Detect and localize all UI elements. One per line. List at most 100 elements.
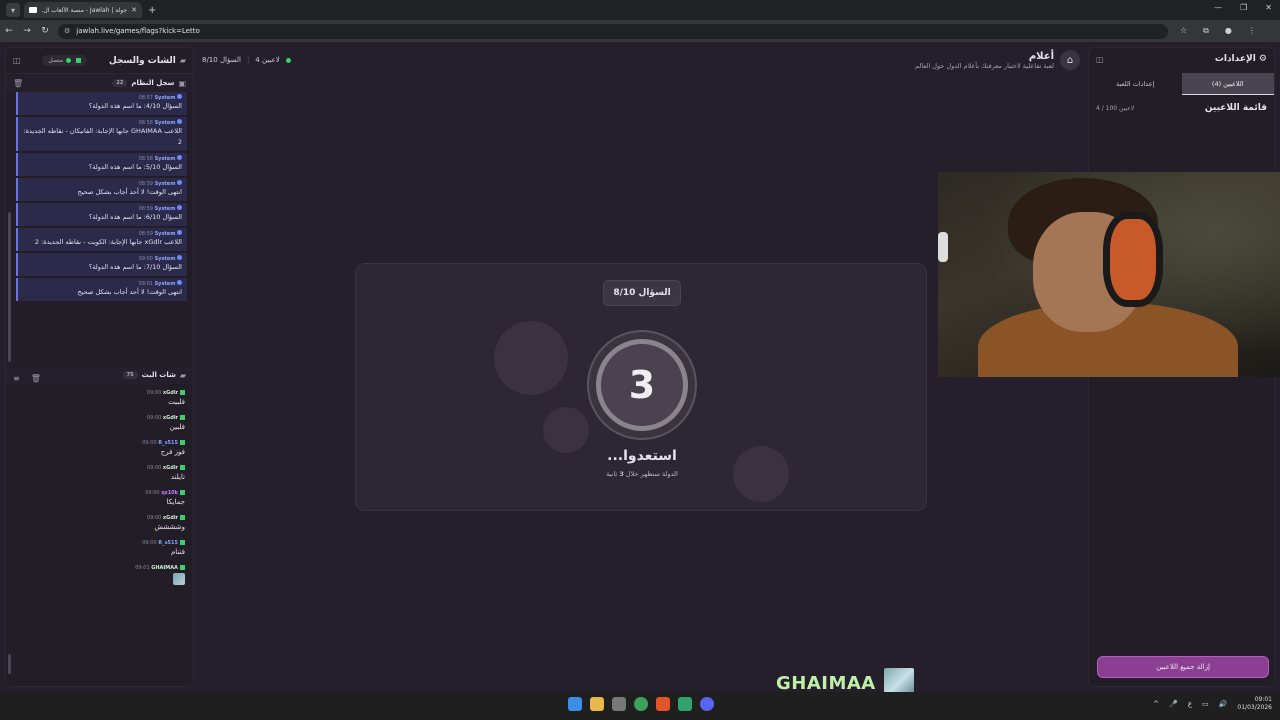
discord-icon[interactable] — [700, 697, 714, 711]
chat-meta: 09:00 xGdlr — [14, 515, 185, 521]
gear-icon: ⚙ — [1258, 54, 1267, 64]
system-dot-icon — [177, 119, 182, 124]
new-tab-icon[interactable]: + — [148, 5, 156, 16]
tab-players[interactable]: اللاعبين (4) — [1181, 73, 1274, 95]
ready-sub-seconds: 3 — [619, 470, 624, 478]
profile-icon[interactable]: ● — [1225, 26, 1232, 36]
page: ◫ متصل الشات والسجل ▰ 🗑 22 سجل النظام ▣ … — [0, 42, 1280, 698]
collapse-panel-icon[interactable]: ◫ — [13, 56, 21, 65]
collapse-right-panel-icon[interactable]: ◫ — [1096, 55, 1104, 64]
chat-message: 09:00 R_s515 فتنام — [14, 540, 185, 556]
maximize-icon[interactable]: ❐ — [1240, 3, 1247, 12]
chat-username[interactable]: GHAIMAA — [151, 565, 178, 571]
chat-meta: 09:00 xGdlr — [14, 415, 185, 421]
chat-time: 09:01 — [135, 565, 150, 571]
settings-tabs: إعدادات اللعبة اللاعبين (4) — [1089, 73, 1274, 95]
browser-tab[interactable]: جولة | Jawlah - منصة الألعاب ال... ✕ — [24, 2, 142, 18]
system-dot-icon — [177, 255, 182, 260]
chat-text: فتنام — [170, 548, 185, 556]
chat-username[interactable]: xGdlr — [163, 515, 178, 521]
brave-icon[interactable] — [656, 697, 670, 711]
chat-username[interactable]: R_s515 — [158, 540, 178, 546]
volume-icon[interactable]: 🔊 — [1219, 700, 1228, 708]
chat-tools: ≡ 🗑 — [13, 366, 41, 385]
kick-badge-icon — [180, 515, 185, 520]
tab-game-settings[interactable]: إعدادات اللعبة — [1089, 73, 1182, 95]
system-log-item: 09:00 System السؤال 7/10: ما اسم هذه الد… — [16, 253, 187, 276]
chat-username[interactable]: xGdlr — [163, 390, 178, 396]
system-log-text: اللاعب GHAIMAA جابها الإجابة: الفاتيكان … — [23, 127, 182, 146]
site-info-icon[interactable]: ⚙ — [64, 27, 70, 35]
settings-title-text: الإعدادات — [1214, 54, 1256, 64]
chat-text: فلبيت — [168, 398, 185, 406]
system-log-meta: 08:59 System — [23, 230, 182, 237]
taskbar: ^ 🎤 ع ▭ 🔊 09:01 01/03/2026 — [0, 692, 1280, 720]
kick-badge-icon — [180, 415, 185, 420]
close-window-icon[interactable]: ✕ — [1265, 3, 1272, 12]
chat-text: تايلند — [170, 473, 185, 481]
back-icon[interactable]: ← — [0, 26, 18, 36]
chat-username[interactable]: R_s515 — [158, 440, 178, 446]
decor-bubble — [543, 407, 589, 453]
trash-icon[interactable]: 🗑 — [13, 79, 23, 88]
filter-icon[interactable]: ≡ — [13, 374, 20, 383]
menu-icon[interactable]: ⋮ — [1248, 26, 1256, 36]
header-question: السؤال 8/10 — [202, 56, 241, 64]
system-log-meta: 09:00 System — [23, 255, 182, 262]
minimize-icon[interactable]: — — [1214, 3, 1222, 12]
system-dot-icon — [177, 155, 182, 160]
system-log-item: 08:59 System اللاعب xGdlr جابها الإجابة:… — [16, 228, 187, 251]
chat-message: 09:00 qz10k جمايكا — [14, 490, 185, 506]
tray-chevron-icon[interactable]: ^ — [1153, 700, 1159, 708]
tab-search-icon[interactable]: ▾ — [6, 3, 20, 17]
language-indicator[interactable]: ع — [1188, 700, 1192, 708]
live-chat-count: 75 — [122, 371, 138, 379]
question-badge: السؤال 8/10 — [603, 280, 681, 306]
chrome-icon[interactable] — [634, 697, 648, 711]
tab-close-icon[interactable]: ✕ — [131, 6, 137, 14]
tray-mic-icon[interactable]: 🎤 — [1169, 700, 1178, 708]
home-icon[interactable]: ⌂ — [1060, 50, 1080, 70]
browser-tab-bar: ▾ جولة | Jawlah - منصة الألعاب ال... ✕ +… — [0, 0, 1280, 20]
file-explorer-icon[interactable] — [590, 697, 604, 711]
system-log-meta: 08:59 System — [23, 180, 182, 187]
bookmark-star-icon[interactable]: ☆ — [1180, 26, 1187, 36]
settings-header: ◫ الإعدادات ⚙ — [1089, 48, 1274, 70]
chat-time: 09:00 — [146, 415, 162, 421]
system-log-text: السؤال 5/10: ما اسم هذه الدولة؟ — [88, 163, 182, 171]
system-log-list[interactable]: 08:57 System السؤال 4/10: ما اسم هذه الد… — [6, 92, 193, 362]
store-icon[interactable] — [612, 697, 626, 711]
system-log-title: سجل النظام — [131, 79, 175, 87]
url-field[interactable]: ⚙ jawlah.live/games/flags?kick=Letto — [58, 23, 1168, 39]
kick-badge-icon — [180, 540, 185, 545]
connection-status: متصل — [48, 57, 64, 64]
live-chat-list[interactable]: 09:00 xGdlr فلبيت 09:00 xGdlr فلبين 09:00 R_… — [6, 384, 193, 674]
chat-username[interactable]: qz10k — [161, 490, 178, 496]
remove-all-players-button[interactable]: إزالة جميع اللاعبين — [1097, 656, 1269, 678]
forward-icon[interactable]: → — [18, 26, 36, 36]
live-chat-label: 75 شات البث ▰ — [122, 371, 186, 380]
chat-meta: 09:00 xGdlr — [14, 390, 185, 396]
system-log-count: 22 — [112, 79, 128, 87]
chat-panel-title-text: الشات والسجل — [108, 55, 176, 66]
kick-badge-icon — [180, 440, 185, 445]
network-icon[interactable]: ▭ — [1202, 700, 1209, 708]
webcam-overlay — [938, 172, 1280, 377]
extensions-icon[interactable]: ⧉ — [1203, 26, 1209, 36]
chat-message: 09:00 xGdlr فلبين — [14, 415, 185, 431]
chat-time: 09:00 — [146, 465, 162, 471]
kick-badge-icon — [180, 465, 185, 470]
ready-sub-prefix: الدولة ستظهر خلال — [625, 470, 678, 478]
reload-icon[interactable]: ↻ — [36, 26, 54, 36]
app-green-icon[interactable] — [678, 697, 692, 711]
tab-title: جولة | Jawlah - منصة الألعاب ال... — [41, 6, 128, 14]
chat-text: فوز فرح — [160, 448, 185, 456]
chat-trash-icon[interactable]: 🗑 — [31, 374, 41, 383]
clock[interactable]: 09:01 01/03/2026 — [1237, 696, 1272, 712]
window-controls: — ❐ ✕ — [1214, 3, 1272, 12]
chat-username[interactable]: xGdlr — [163, 415, 178, 421]
chat-username[interactable]: xGdlr — [163, 465, 178, 471]
chat-meta: 09:01 GHAIMAA — [14, 565, 185, 571]
windows-start-icon[interactable] — [568, 697, 582, 711]
game-header: السؤال 8/10 | 4 لاعبين أعلام لعبة تفاعلي… — [200, 50, 1080, 80]
